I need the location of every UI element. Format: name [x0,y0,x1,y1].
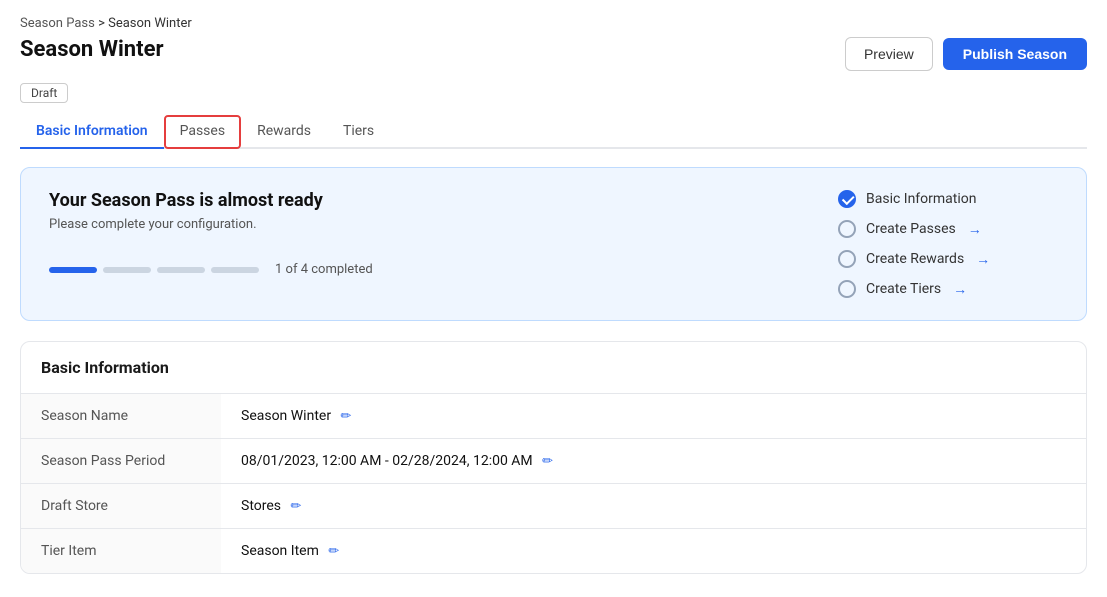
table-row: Draft Store Stores ✏ [21,484,1086,529]
section-title: Basic Information [21,342,1086,394]
field-value-season-name: Season Winter ✏ [221,394,1086,439]
progress-left: Your Season Pass is almost ready Please … [49,190,373,277]
page-header: Season Winter Preview Publish Season [20,37,1087,71]
field-value-tier-item: Season Item ✏ [221,529,1086,574]
check-label-passes: Create Passes [866,221,956,237]
info-table: Season Name Season Winter ✏ Season Pass … [21,394,1086,573]
tab-tiers[interactable]: Tiers [327,115,390,149]
field-label-period: Season Pass Period [21,439,221,484]
preview-button[interactable]: Preview [845,37,933,71]
table-row: Season Name Season Winter ✏ [21,394,1086,439]
field-value-period: 08/01/2023, 12:00 AM - 02/28/2024, 12:00… [221,439,1086,484]
edit-season-name-icon[interactable]: ✏ [341,409,352,424]
progress-seg-4 [211,267,259,273]
tabs-container: Basic Information Passes Rewards Tiers [20,115,1087,149]
check-label-rewards: Create Rewards [866,251,964,267]
basic-information-section: Basic Information Season Name Season Win… [20,341,1087,574]
table-row: Season Pass Period 08/01/2023, 12:00 AM … [21,439,1086,484]
progress-card: Your Season Pass is almost ready Please … [20,167,1087,321]
progress-text: 1 of 4 completed [275,262,373,277]
check-basic-information: Basic Information [838,190,1058,208]
progress-seg-2 [103,267,151,273]
tab-basic-information[interactable]: Basic Information [20,115,164,149]
field-label-tier-item: Tier Item [21,529,221,574]
check-circle-passes [838,220,856,238]
table-row: Tier Item Season Item ✏ [21,529,1086,574]
check-label-basic: Basic Information [866,191,977,207]
field-label-draft-store: Draft Store [21,484,221,529]
check-circle-basic [838,190,856,208]
edit-period-icon[interactable]: ✏ [542,454,553,469]
field-value-draft-store: Stores ✏ [221,484,1086,529]
tab-passes[interactable]: Passes [164,115,241,149]
check-circle-rewards [838,250,856,268]
breadcrumb-separator: > [98,16,105,31]
breadcrumb: Season Pass > Season Winter [20,16,1087,31]
check-label-tiers: Create Tiers [866,281,941,297]
arrow-passes-icon: → [968,221,982,238]
edit-store-icon[interactable]: ✏ [290,499,301,514]
publish-button[interactable]: Publish Season [943,38,1087,70]
progress-seg-1 [49,267,97,273]
draft-badge: Draft [20,83,68,103]
check-create-tiers[interactable]: Create Tiers → [838,280,1058,298]
progress-subtext: Please complete your configuration. [49,217,373,232]
breadcrumb-parent[interactable]: Season Pass [20,16,95,31]
check-create-passes[interactable]: Create Passes → [838,220,1058,238]
arrow-rewards-icon: → [976,251,990,268]
progress-seg-3 [157,267,205,273]
progress-bars: 1 of 4 completed [49,262,373,277]
check-circle-tiers [838,280,856,298]
arrow-tiers-icon: → [953,281,967,298]
header-actions: Preview Publish Season [845,37,1087,71]
progress-checklist: Basic Information Create Passes → Create… [838,190,1058,298]
edit-tier-item-icon[interactable]: ✏ [328,544,339,559]
check-create-rewards[interactable]: Create Rewards → [838,250,1058,268]
tab-rewards[interactable]: Rewards [241,115,327,149]
progress-heading: Your Season Pass is almost ready [49,190,373,211]
page-title: Season Winter [20,37,164,62]
breadcrumb-current: Season Winter [108,16,192,31]
field-label-season-name: Season Name [21,394,221,439]
